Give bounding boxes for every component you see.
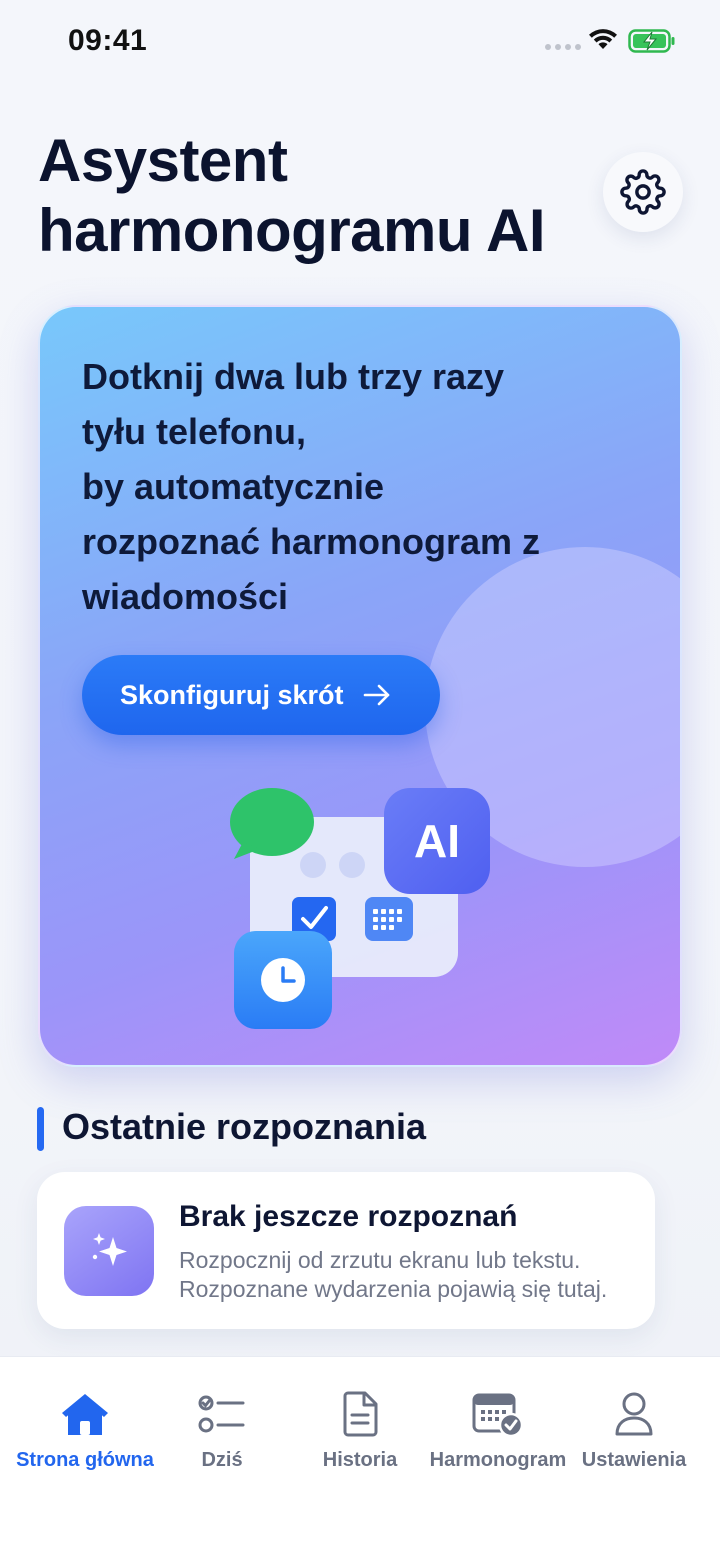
home-icon: [59, 1387, 111, 1437]
gear-icon: [620, 169, 666, 215]
checklist-icon: [198, 1387, 246, 1437]
tab-history[interactable]: Historia: [300, 1387, 420, 1477]
page-title-line-2: harmonogramu AI: [38, 197, 545, 264]
tab-history-label: Historia: [322, 1449, 398, 1471]
signal-icon: [545, 44, 581, 50]
tab-schedule[interactable]: Harmonogram: [428, 1387, 568, 1477]
empty-state-line-2: Rozpoznane wydarzenia pojawią się tutaj.: [179, 1276, 608, 1302]
page-title: Asystent harmonogramu AI: [38, 126, 598, 266]
battery-charging-icon: [628, 29, 675, 53]
page-title-line-1: Asystent: [38, 127, 288, 194]
empty-state-title: Brak jeszcze rozpoznań: [179, 1200, 518, 1233]
empty-state-description: Rozpocznij od zrzutu ekranu lub tekstu. …: [179, 1246, 607, 1304]
document-icon: [341, 1387, 379, 1437]
tab-home[interactable]: Strona główna: [12, 1387, 158, 1477]
sparkles-icon: [64, 1206, 154, 1296]
section-title-recent: Ostatnie rozpoznania: [62, 1106, 427, 1147]
tab-home-label: Strona główna: [16, 1449, 154, 1471]
schedule-illustration: [230, 788, 490, 1029]
status-bar: 09:41: [0, 0, 720, 84]
tab-settings[interactable]: Ustawienia: [576, 1387, 692, 1477]
tab-today[interactable]: Dziś: [172, 1387, 272, 1477]
tab-today-label: Dziś: [201, 1449, 243, 1471]
shortcut-promo-card: Dotknij dwa lub trzy razy tyłu telefonu,…: [38, 305, 682, 1067]
section-accent-bar: [37, 1107, 44, 1151]
tab-settings-label: Ustawienia: [581, 1449, 687, 1471]
settings-button[interactable]: [603, 152, 683, 232]
empty-state-line-1: Rozpocznij od zrzutu ekranu lub tekstu.: [179, 1247, 581, 1273]
empty-state-card: Brak jeszcze rozpoznań Rozpocznij od zrz…: [37, 1172, 655, 1329]
tab-schedule-label: Harmonogram: [429, 1449, 567, 1471]
ai-badge-label: AI: [414, 815, 460, 867]
wifi-icon: [589, 29, 617, 49]
calendar-check-icon: [472, 1387, 524, 1437]
person-icon: [614, 1387, 654, 1437]
bottom-tab-bar: Strona główna Dziś Historia Harmonogram …: [0, 1356, 720, 1558]
status-time: 09:41: [68, 24, 148, 57]
